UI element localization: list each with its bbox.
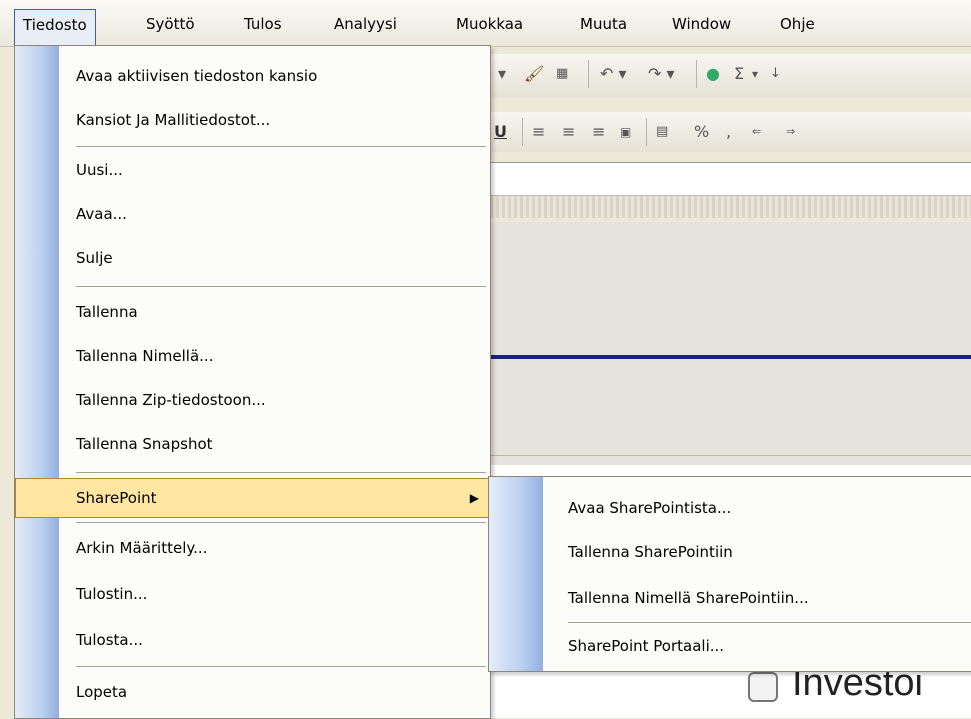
menu-item-label: Arkin Määrittely... bbox=[76, 539, 208, 557]
menu-item-save-as[interactable]: Tallenna Nimellä... bbox=[15, 334, 490, 378]
panel-divider bbox=[490, 455, 971, 456]
menu-item-label: Tallenna Nimellä SharePointiin... bbox=[568, 589, 809, 607]
sort-ascending-icon[interactable]: ↓ bbox=[770, 62, 781, 86]
sharepoint-submenu: Avaa SharePointista... Tallenna SharePoi… bbox=[488, 476, 971, 672]
menu-item-label: Tallenna bbox=[76, 303, 138, 321]
menu-item-save-snapshot[interactable]: Tallenna Snapshot bbox=[15, 422, 490, 466]
menu-item-print[interactable]: Tulosta... bbox=[15, 618, 490, 662]
increase-decimal-icon[interactable]: ⇐ bbox=[752, 120, 761, 144]
calendar-icon[interactable]: ▦ bbox=[556, 62, 568, 86]
align-right-icon[interactable]: ≡ bbox=[592, 120, 605, 144]
menu-item-close[interactable]: Sulje bbox=[15, 236, 490, 280]
menu-item-page-setup[interactable]: Arkin Määrittely... bbox=[15, 526, 490, 570]
currency-icon[interactable]: ▤ bbox=[656, 120, 668, 144]
menu-item-open-from-sharepoint[interactable]: Avaa SharePointista... bbox=[489, 486, 971, 530]
menu-item-label: Kansiot Ja Mallitiedostot... bbox=[76, 111, 271, 129]
formula-bar[interactable] bbox=[490, 162, 971, 196]
menu-separator bbox=[568, 622, 971, 623]
menu-item-label: Lopeta bbox=[76, 683, 128, 701]
autosum-icon[interactable]: Σ bbox=[734, 62, 744, 86]
menu-item-label: Tallenna Zip-tiedostoon... bbox=[76, 391, 266, 409]
menu-analyysi[interactable]: Analyysi bbox=[326, 10, 405, 38]
menu-separator bbox=[76, 666, 486, 667]
percent-button[interactable]: % bbox=[694, 120, 709, 144]
menu-item-label: Tallenna Snapshot bbox=[76, 435, 213, 453]
menu-item-label: Avaa SharePointista... bbox=[568, 499, 732, 517]
print-preview-icon[interactable]: ▾ bbox=[498, 62, 506, 86]
menu-ohje[interactable]: Ohje bbox=[772, 10, 823, 38]
merge-cells-icon[interactable]: ▣ bbox=[620, 120, 631, 144]
menu-item-new[interactable]: Uusi... bbox=[15, 148, 490, 192]
menu-item-label: Uusi... bbox=[76, 161, 123, 179]
toolbar-divider bbox=[646, 118, 647, 146]
menu-item-save-to-sharepoint[interactable]: Tallenna SharePointiin bbox=[489, 530, 971, 574]
decrease-decimal-icon[interactable]: ⇒ bbox=[786, 120, 795, 144]
menu-tiedosto[interactable]: Tiedosto bbox=[14, 9, 96, 47]
menu-item-label: SharePoint bbox=[76, 489, 157, 507]
menu-item-save-as-sharepoint[interactable]: Tallenna Nimellä SharePointiin... bbox=[489, 576, 971, 620]
menu-muokkaa[interactable]: Muokkaa bbox=[448, 10, 531, 38]
toolbar-divider bbox=[588, 60, 589, 88]
menu-separator bbox=[76, 286, 486, 287]
toolbar-divider bbox=[522, 118, 523, 146]
menu-tulos[interactable]: Tulos bbox=[236, 10, 290, 38]
menu-item-label: Tallenna SharePointiin bbox=[568, 543, 733, 561]
menu-item-sharepoint-portal[interactable]: SharePoint Portaali... bbox=[489, 624, 971, 668]
comma-style-icon[interactable]: , bbox=[726, 120, 731, 144]
align-center-icon[interactable]: ≡ bbox=[562, 120, 575, 144]
header-rule bbox=[490, 355, 971, 359]
menu-separator bbox=[76, 522, 486, 523]
menu-item-label: SharePoint Portaali... bbox=[568, 637, 725, 655]
menu-item-open-active-folder[interactable]: Avaa aktiivisen tiedoston kansio bbox=[15, 54, 490, 98]
users-icon[interactable]: ● bbox=[706, 62, 720, 86]
redo-icon[interactable]: ↷ ▾ bbox=[648, 62, 675, 86]
menu-item-label: Tulosta... bbox=[76, 631, 143, 649]
menu-item-save-zip[interactable]: Tallenna Zip-tiedostoon... bbox=[15, 378, 490, 422]
menu-item-open[interactable]: Avaa... bbox=[15, 192, 490, 236]
menu-item-label: Avaa aktiivisen tiedoston kansio bbox=[76, 67, 318, 85]
menu-item-label: Tallenna Nimellä... bbox=[76, 347, 214, 365]
menu-item-save[interactable]: Tallenna bbox=[15, 290, 490, 334]
menu-window[interactable]: Window bbox=[664, 10, 739, 38]
dropdown-arrow-icon[interactable]: ▾ bbox=[752, 62, 758, 86]
file-menu: Avaa aktiivisen tiedoston kansio Kansiot… bbox=[14, 45, 491, 719]
menu-separator bbox=[76, 146, 486, 147]
menu-item-printer[interactable]: Tulostin... bbox=[15, 572, 490, 616]
menu-syotto[interactable]: Syöttö bbox=[138, 10, 203, 38]
submenu-arrow-icon: ▶ bbox=[469, 491, 479, 505]
menu-item-folders-templates[interactable]: Kansiot Ja Mallitiedostot... bbox=[15, 98, 490, 142]
undo-icon[interactable]: ↶ ▾ bbox=[600, 62, 627, 86]
standard-toolbar: ▾ 🖌 ▦ ↶ ▾ ↷ ▾ ● Σ ▾ ↓ bbox=[490, 54, 971, 98]
menu-item-label: Tulostin... bbox=[76, 585, 148, 603]
formatting-toolbar: U ≡ ≡ ≡ ▣ ▤ % , ⇐ ⇒ bbox=[490, 112, 971, 152]
underline-button[interactable]: U bbox=[494, 120, 507, 144]
sheet-texture bbox=[490, 196, 971, 218]
menu-muuta[interactable]: Muuta bbox=[572, 10, 635, 38]
content-panel bbox=[490, 222, 971, 472]
investoi-checkbox[interactable] bbox=[748, 672, 778, 702]
menu-bar: Tiedosto Syöttö Tulos Analyysi Muokkaa M… bbox=[0, 0, 971, 47]
menu-item-label: Sulje bbox=[76, 249, 113, 267]
format-painter-icon[interactable]: 🖌 bbox=[524, 62, 544, 86]
menu-item-label: Avaa... bbox=[76, 205, 127, 223]
toolbar-divider bbox=[696, 60, 697, 88]
menu-item-exit[interactable]: Lopeta bbox=[15, 670, 490, 714]
menu-item-sharepoint[interactable]: SharePoint ▶ bbox=[15, 478, 490, 518]
align-left-icon[interactable]: ≡ bbox=[532, 120, 545, 144]
menu-separator bbox=[76, 472, 486, 473]
